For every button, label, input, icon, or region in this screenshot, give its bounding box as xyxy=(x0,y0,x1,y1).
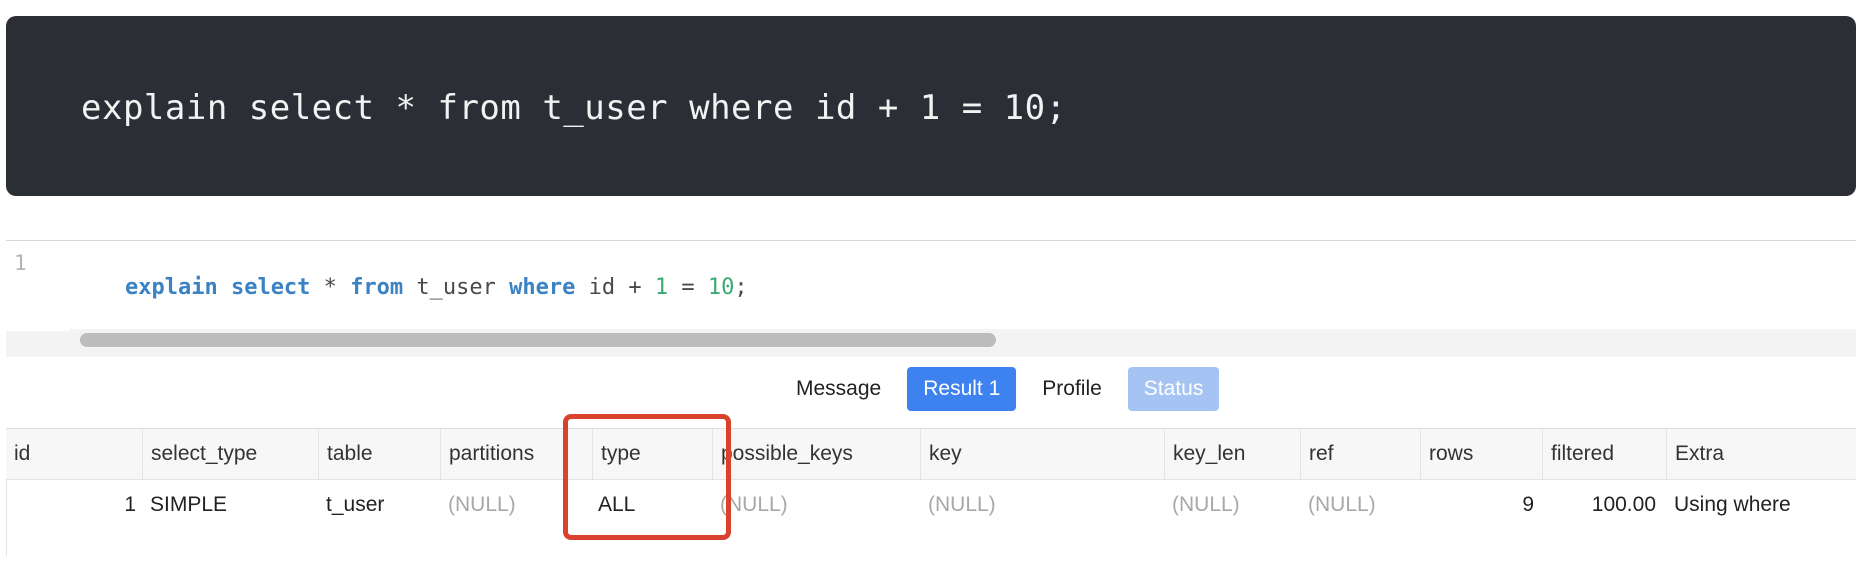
tab-profile[interactable]: Profile xyxy=(1026,367,1118,411)
cell-key[interactable]: (NULL) xyxy=(928,480,1048,530)
tab-result-1[interactable]: Result 1 xyxy=(907,367,1017,411)
horizontal-scrollbar[interactable] xyxy=(70,329,1856,351)
line-number: 1 xyxy=(14,251,27,275)
sql-token: id + xyxy=(575,275,655,300)
result-tabs: Message Result 1 Profile Status xyxy=(780,366,1229,412)
cell-ref[interactable]: (NULL) xyxy=(1308,480,1428,530)
column-header-table[interactable]: table xyxy=(318,429,437,479)
column-header-rows[interactable]: rows xyxy=(1420,429,1539,479)
column-header-select-type[interactable]: select_type xyxy=(142,429,291,479)
highlight-box xyxy=(563,414,731,540)
code-block: explain select * from t_user where id + … xyxy=(6,16,1856,196)
table-row[interactable]: 1 SIMPLE t_user (NULL) ALL (NULL) (NULL)… xyxy=(6,480,1856,530)
sql-token: t_user xyxy=(403,275,510,300)
cell-rows[interactable]: 9 xyxy=(1420,480,1534,530)
cell-filtered[interactable]: 100.00 xyxy=(1542,480,1656,530)
sql-line[interactable]: explain select * from t_user where id + … xyxy=(72,250,748,325)
sql-token: * xyxy=(310,275,351,300)
column-header-key-len[interactable]: key_len xyxy=(1164,429,1293,479)
column-header-key[interactable]: key xyxy=(920,429,1165,479)
grid-header-row: id select_type table partitions type pos… xyxy=(6,429,1856,480)
column-header-filtered[interactable]: filtered xyxy=(1542,429,1661,479)
cell-possible-keys[interactable]: (NULL) xyxy=(720,480,840,530)
sql-token: 10 xyxy=(707,275,735,300)
sql-token: ; xyxy=(734,275,748,300)
cell-key-len[interactable]: (NULL) xyxy=(1172,480,1292,530)
cell-extra[interactable]: Using where xyxy=(1674,480,1844,530)
cell-partitions[interactable]: (NULL) xyxy=(448,480,568,530)
result-grid: id select_type table partitions type pos… xyxy=(6,428,1856,557)
tab-status[interactable]: Status xyxy=(1127,367,1220,411)
sql-token: = xyxy=(668,275,708,300)
column-header-extra[interactable]: Extra xyxy=(1666,429,1835,479)
sql-token: explain xyxy=(124,275,218,300)
sql-token: where xyxy=(509,275,576,300)
cell-table[interactable]: t_user xyxy=(326,480,426,530)
code-text: explain select * from t_user where id + … xyxy=(81,88,1067,128)
sql-token: from xyxy=(350,275,404,300)
cell-id[interactable]: 1 xyxy=(6,480,136,530)
column-header-id[interactable]: id xyxy=(6,429,114,479)
cell-select-type[interactable]: SIMPLE xyxy=(150,480,290,530)
column-header-possible-keys[interactable]: possible_keys xyxy=(712,429,921,479)
scrollbar-thumb[interactable] xyxy=(80,333,996,347)
tab-message[interactable]: Message xyxy=(780,367,897,411)
sql-token: select xyxy=(230,275,311,300)
sql-token: 1 xyxy=(654,275,669,300)
sql-editor[interactable]: 1 explain select * from t_user where id … xyxy=(6,240,1856,357)
column-header-ref[interactable]: ref xyxy=(1300,429,1419,479)
